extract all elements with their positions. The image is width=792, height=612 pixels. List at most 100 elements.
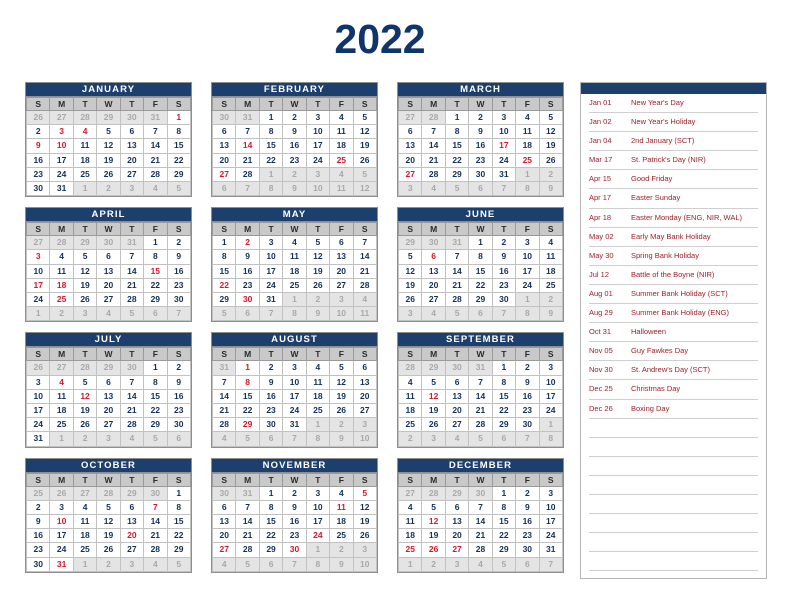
day-cell[interactable]: 26 [72,417,98,433]
day-cell[interactable]: 28 [143,166,168,183]
day-cell[interactable]: 2 [258,360,284,376]
day-cell-adjacent[interactable]: 7 [491,181,517,197]
day-cell-holiday[interactable]: 2 [235,235,260,251]
day-cell-holiday[interactable]: 26 [421,542,446,558]
day-cell[interactable]: 5 [72,249,98,265]
day-cell-adjacent[interactable]: 5 [143,431,168,447]
day-cell-adjacent[interactable]: 31 [235,109,260,126]
day-cell[interactable]: 25 [305,403,331,419]
day-cell[interactable]: 7 [421,124,446,140]
day-cell[interactable]: 3 [538,360,564,376]
day-cell-adjacent[interactable]: 9 [538,306,564,322]
day-cell[interactable]: 29 [468,292,493,308]
day-cell[interactable]: 30 [166,417,192,433]
holiday-row[interactable]: Jul 12 Battle of the Boyne (NIR) [589,266,758,285]
day-cell[interactable]: 1 [444,109,470,126]
note-line[interactable] [589,419,758,438]
day-cell[interactable]: 6 [119,499,145,516]
day-cell-adjacent[interactable]: 31 [235,485,260,501]
day-cell-holiday[interactable]: 6 [421,249,446,265]
day-cell[interactable]: 9 [515,374,540,390]
day-cell-holiday[interactable]: 10 [49,138,74,154]
day-cell-adjacent[interactable]: 28 [421,485,446,501]
day-cell[interactable]: 2 [282,109,307,126]
day-cell-adjacent[interactable]: 2 [421,556,446,572]
day-cell-adjacent[interactable]: 5 [235,556,260,572]
day-cell[interactable]: 5 [96,124,121,140]
day-cell[interactable]: 1 [468,235,493,251]
day-cell-adjacent[interactable]: 6 [515,556,540,572]
day-cell-adjacent[interactable]: 1 [72,556,98,572]
day-cell[interactable]: 26 [538,152,564,168]
day-cell[interactable]: 10 [305,499,331,516]
day-cell[interactable]: 9 [258,374,284,390]
holiday-row[interactable]: Apr 18 Easter Monday (ENG, NIR, WAL) [589,209,758,228]
day-cell[interactable]: 2 [491,235,517,251]
day-cell[interactable]: 21 [119,403,145,419]
day-cell[interactable]: 16 [491,263,517,279]
day-cell-holiday[interactable]: 3 [25,249,51,265]
day-cell[interactable]: 25 [49,417,74,433]
day-cell[interactable]: 3 [49,499,74,516]
day-cell-adjacent[interactable]: 6 [258,556,284,572]
day-cell[interactable]: 11 [72,514,98,530]
day-cell-adjacent[interactable]: 4 [211,556,237,572]
day-cell-adjacent[interactable]: 3 [329,292,354,308]
day-cell[interactable]: 19 [397,277,423,294]
day-cell[interactable]: 1 [491,360,517,376]
day-cell[interactable]: 8 [143,374,168,390]
day-cell-adjacent[interactable]: 4 [421,306,446,322]
day-cell[interactable]: 7 [468,499,493,516]
day-cell-adjacent[interactable]: 6 [468,181,493,197]
day-cell-adjacent[interactable]: 30 [211,485,237,501]
day-cell[interactable]: 8 [143,249,168,265]
day-cell[interactable]: 3 [305,485,331,501]
day-cell[interactable]: 24 [538,528,564,544]
day-cell[interactable]: 19 [72,277,98,294]
day-cell[interactable]: 28 [235,542,260,558]
holiday-row[interactable]: Nov 05 Guy Fawkes Day [589,342,758,362]
day-cell[interactable]: 28 [119,417,145,433]
day-cell[interactable]: 26 [96,542,121,558]
day-cell-adjacent[interactable]: 4 [119,431,145,447]
day-cell-holiday[interactable]: 9 [25,138,51,154]
day-cell-adjacent[interactable]: 27 [397,485,423,501]
day-cell-adjacent[interactable]: 3 [305,166,331,183]
day-cell-adjacent[interactable]: 26 [25,360,51,376]
holiday-row[interactable]: Oct 31 Halloween [589,323,758,343]
day-cell[interactable]: 13 [119,138,145,154]
day-cell[interactable]: 29 [258,542,284,558]
day-cell[interactable]: 6 [444,374,470,390]
day-cell[interactable]: 8 [468,249,493,265]
day-cell[interactable]: 10 [305,124,331,140]
day-cell[interactable]: 2 [25,499,51,516]
day-cell[interactable]: 19 [421,403,446,419]
day-cell[interactable]: 28 [352,277,378,294]
day-cell[interactable]: 4 [515,109,540,126]
day-cell-adjacent[interactable]: 10 [352,556,378,572]
day-cell-adjacent[interactable]: 5 [444,306,470,322]
day-cell-adjacent[interactable]: 11 [329,181,354,197]
day-cell[interactable]: 20 [96,277,121,294]
day-cell[interactable]: 10 [538,499,564,516]
day-cell[interactable]: 17 [515,263,540,279]
day-cell-adjacent[interactable]: 8 [538,431,564,447]
day-cell[interactable]: 11 [305,374,331,390]
day-cell-adjacent[interactable]: 30 [444,360,470,376]
day-cell[interactable]: 14 [421,138,446,154]
day-cell[interactable]: 9 [282,124,307,140]
day-cell-adjacent[interactable]: 30 [96,235,121,251]
day-cell-adjacent[interactable]: 5 [352,166,378,183]
day-cell-adjacent[interactable]: 2 [72,431,98,447]
day-cell[interactable]: 6 [96,374,121,390]
day-cell-adjacent[interactable]: 5 [211,306,237,322]
day-cell[interactable]: 6 [211,124,237,140]
day-cell-adjacent[interactable]: 30 [143,485,168,501]
day-cell[interactable]: 12 [305,249,331,265]
day-cell[interactable]: 23 [282,528,307,544]
day-cell[interactable]: 2 [468,109,493,126]
day-cell[interactable]: 17 [305,138,331,154]
day-cell-holiday[interactable]: 10 [49,514,74,530]
day-cell[interactable]: 29 [211,292,237,308]
day-cell[interactable]: 20 [211,528,237,544]
